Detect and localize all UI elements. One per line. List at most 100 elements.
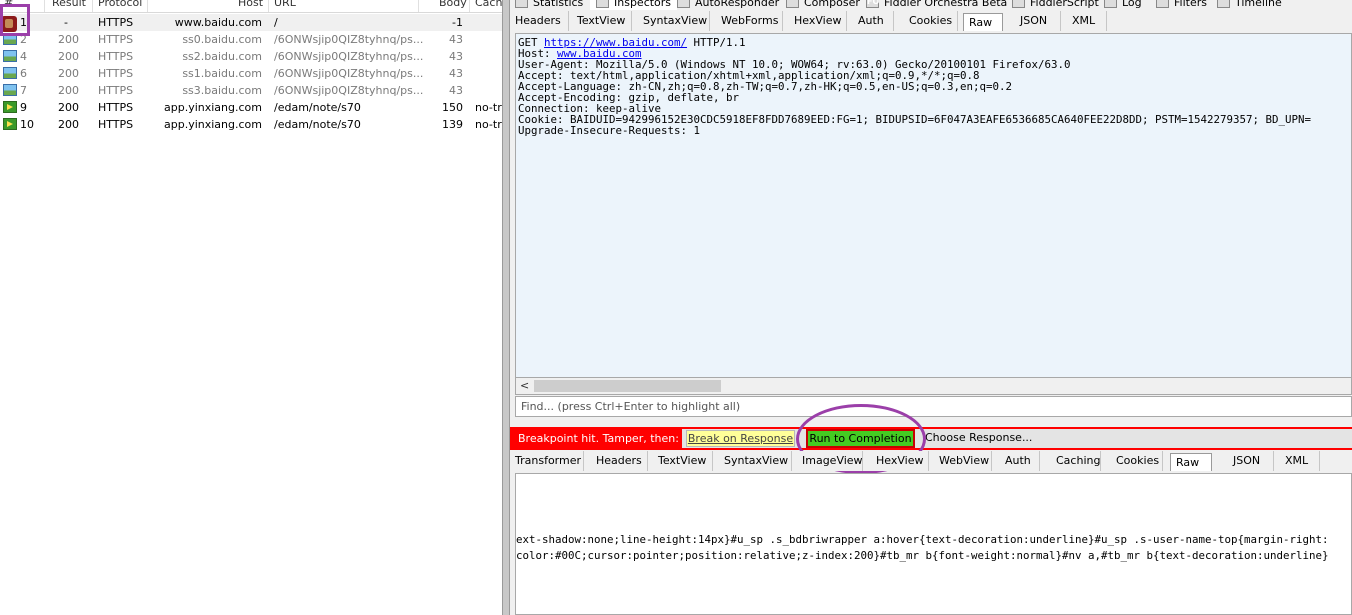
response-tab-cookies[interactable]: Cookies bbox=[1111, 451, 1163, 471]
session-result: 200 bbox=[58, 118, 79, 131]
session-body: 139 bbox=[442, 118, 463, 131]
image-icon bbox=[3, 84, 17, 96]
tab-autoresponder[interactable]: AutoResponder bbox=[677, 0, 779, 10]
session-host: app.yinxiang.com bbox=[164, 101, 262, 114]
session-result: 200 bbox=[58, 50, 79, 63]
scroll-thumb[interactable] bbox=[534, 380, 721, 392]
response-tab-hexview[interactable]: HexView bbox=[871, 451, 929, 471]
response-tab-xml[interactable]: XML bbox=[1280, 451, 1320, 471]
session-url: /edam/note/s70 bbox=[274, 101, 361, 114]
column-header-protocol[interactable]: Protocol bbox=[98, 0, 142, 9]
session-row[interactable]: 9 200 HTTPS app.yinxiang.com /edam/note/… bbox=[0, 99, 502, 116]
session-row[interactable]: 7 200 HTTPS ss3.baidu.com /6ONWsjip0QIZ8… bbox=[0, 82, 502, 99]
session-row[interactable]: 6 200 HTTPS ss1.baidu.com /6ONWsjip0QIZ8… bbox=[0, 65, 502, 82]
session-body: 43 bbox=[449, 33, 463, 46]
session-body: 150 bbox=[442, 101, 463, 114]
response-tab-raw[interactable]: Raw bbox=[1170, 453, 1212, 471]
request-tab-raw[interactable]: Raw bbox=[963, 13, 1003, 31]
column-header-body[interactable]: Body bbox=[439, 0, 467, 9]
response-tab-auth[interactable]: Auth bbox=[1000, 451, 1040, 471]
request-tab-headers[interactable]: Headers bbox=[510, 11, 569, 31]
session-protocol: HTTPS bbox=[98, 84, 134, 97]
request-tab-auth[interactable]: Auth bbox=[853, 11, 894, 31]
response-tab-imageview[interactable]: ImageView bbox=[797, 451, 863, 471]
request-tab-json[interactable]: JSON bbox=[1015, 11, 1061, 31]
column-header-caching[interactable]: Cachi bbox=[475, 0, 502, 9]
inspectors-icon bbox=[596, 0, 609, 8]
session-host: ss0.baidu.com bbox=[182, 33, 262, 46]
session-body: 43 bbox=[449, 50, 463, 63]
response-tab-caching[interactable]: Caching bbox=[1051, 451, 1101, 471]
session-body: 43 bbox=[449, 84, 463, 97]
timeline-icon bbox=[1217, 0, 1230, 8]
tab-fiddler-orchestra[interactable]: FO Fiddler Orchestra Beta bbox=[866, 0, 1007, 10]
scroll-left-icon[interactable]: < bbox=[520, 379, 529, 392]
annotation-highlight-box bbox=[0, 4, 30, 36]
request-tab-hexview[interactable]: HexView bbox=[789, 11, 847, 31]
request-tab-textview[interactable]: TextView bbox=[572, 11, 632, 31]
break-on-response-button[interactable]: Break on Response bbox=[686, 430, 795, 447]
request-tab-syntaxview[interactable]: SyntaxView bbox=[638, 11, 710, 31]
request-headers-text: User-Agent: Mozilla/5.0 (Windows NT 10.0… bbox=[518, 58, 1312, 137]
response-tab-transformer[interactable]: Transformer bbox=[510, 451, 584, 471]
response-raw-view[interactable]: ext-shadow:none;line-height:14px}#u_sp .… bbox=[515, 473, 1352, 615]
find-input[interactable]: Find... (press Ctrl+Enter to highlight a… bbox=[515, 396, 1352, 417]
session-row[interactable]: 10 200 HTTPS app.yinxiang.com /edam/note… bbox=[0, 116, 502, 133]
request-tab-xml[interactable]: XML bbox=[1067, 11, 1107, 31]
session-url: /6ONWsjip0QIZ8tyhnq/ps... bbox=[274, 84, 424, 97]
session-list[interactable]: # Result Protocol Host URL Body Cachi 1 … bbox=[0, 0, 502, 615]
session-id: 4 bbox=[20, 50, 27, 63]
column-header-result[interactable]: Result bbox=[52, 0, 86, 9]
tab-filters[interactable]: Filters bbox=[1156, 0, 1207, 10]
image-icon bbox=[3, 67, 17, 79]
request-horizontal-scrollbar[interactable]: < bbox=[515, 378, 1352, 395]
arrow-icon bbox=[3, 118, 17, 130]
session-protocol: HTTPS bbox=[98, 50, 134, 63]
session-row[interactable]: 1 - HTTPS www.baidu.com / -1 bbox=[0, 14, 502, 32]
request-version: HTTP/1.1 bbox=[687, 36, 746, 49]
breakpoint-label: Breakpoint hit. Tamper, then: bbox=[510, 429, 682, 448]
request-tab-cookies[interactable]: Cookies bbox=[904, 11, 958, 31]
tab-log[interactable]: Log bbox=[1104, 0, 1142, 10]
choose-response-dropdown[interactable]: Choose Response... bbox=[925, 431, 1032, 444]
session-url: /6ONWsjip0QIZ8tyhnq/ps... bbox=[274, 50, 424, 63]
session-url: /edam/note/s70 bbox=[274, 118, 361, 131]
column-header-url[interactable]: URL bbox=[274, 0, 296, 9]
response-tab-strip: Transformer Headers TextView SyntaxView … bbox=[510, 451, 1352, 471]
session-caching: no-tra bbox=[475, 101, 502, 114]
log-icon bbox=[1104, 0, 1117, 8]
tab-composer[interactable]: Composer bbox=[786, 0, 860, 10]
tab-statistics[interactable]: Statistics bbox=[515, 0, 583, 10]
session-row[interactable]: 2 200 HTTPS ss0.baidu.com /6ONWsjip0QIZ8… bbox=[0, 31, 502, 48]
response-tab-json[interactable]: JSON bbox=[1228, 451, 1274, 471]
response-raw-line: color:#00C;cursor:pointer;position:relat… bbox=[516, 549, 1329, 562]
session-host: ss1.baidu.com bbox=[182, 67, 262, 80]
orchestra-icon: FO bbox=[866, 0, 879, 8]
session-result: - bbox=[64, 16, 68, 29]
tab-inspectors[interactable]: Inspectors bbox=[590, 0, 678, 10]
session-row[interactable]: 4 200 HTTPS ss2.baidu.com /6ONWsjip0QIZ8… bbox=[0, 48, 502, 65]
image-icon bbox=[3, 50, 17, 62]
session-host: www.baidu.com bbox=[174, 16, 262, 29]
response-tab-webview[interactable]: WebView bbox=[934, 451, 992, 471]
session-id: 7 bbox=[20, 84, 27, 97]
composer-icon bbox=[786, 0, 799, 8]
session-caching: no-tra bbox=[475, 118, 502, 131]
request-raw-view[interactable]: GET https://www.baidu.com/ HTTP/1.1 Host… bbox=[515, 33, 1352, 378]
response-tab-textview[interactable]: TextView bbox=[653, 451, 713, 471]
response-tab-syntaxview[interactable]: SyntaxView bbox=[719, 451, 792, 471]
response-tab-headers[interactable]: Headers bbox=[591, 451, 648, 471]
session-host: ss2.baidu.com bbox=[182, 50, 262, 63]
session-protocol: HTTPS bbox=[98, 33, 134, 46]
statistics-icon bbox=[515, 0, 528, 8]
session-body: 43 bbox=[449, 67, 463, 80]
session-result: 200 bbox=[58, 84, 79, 97]
tab-timeline[interactable]: Timeline bbox=[1217, 0, 1282, 10]
session-result: 200 bbox=[58, 67, 79, 80]
tab-fiddlerscript[interactable]: FiddlerScript bbox=[1012, 0, 1099, 10]
request-tab-webforms[interactable]: WebForms bbox=[716, 11, 783, 31]
arrow-icon bbox=[3, 101, 17, 113]
session-url: / bbox=[274, 16, 278, 29]
panel-splitter[interactable] bbox=[502, 0, 510, 615]
column-header-host[interactable]: Host bbox=[238, 0, 263, 9]
